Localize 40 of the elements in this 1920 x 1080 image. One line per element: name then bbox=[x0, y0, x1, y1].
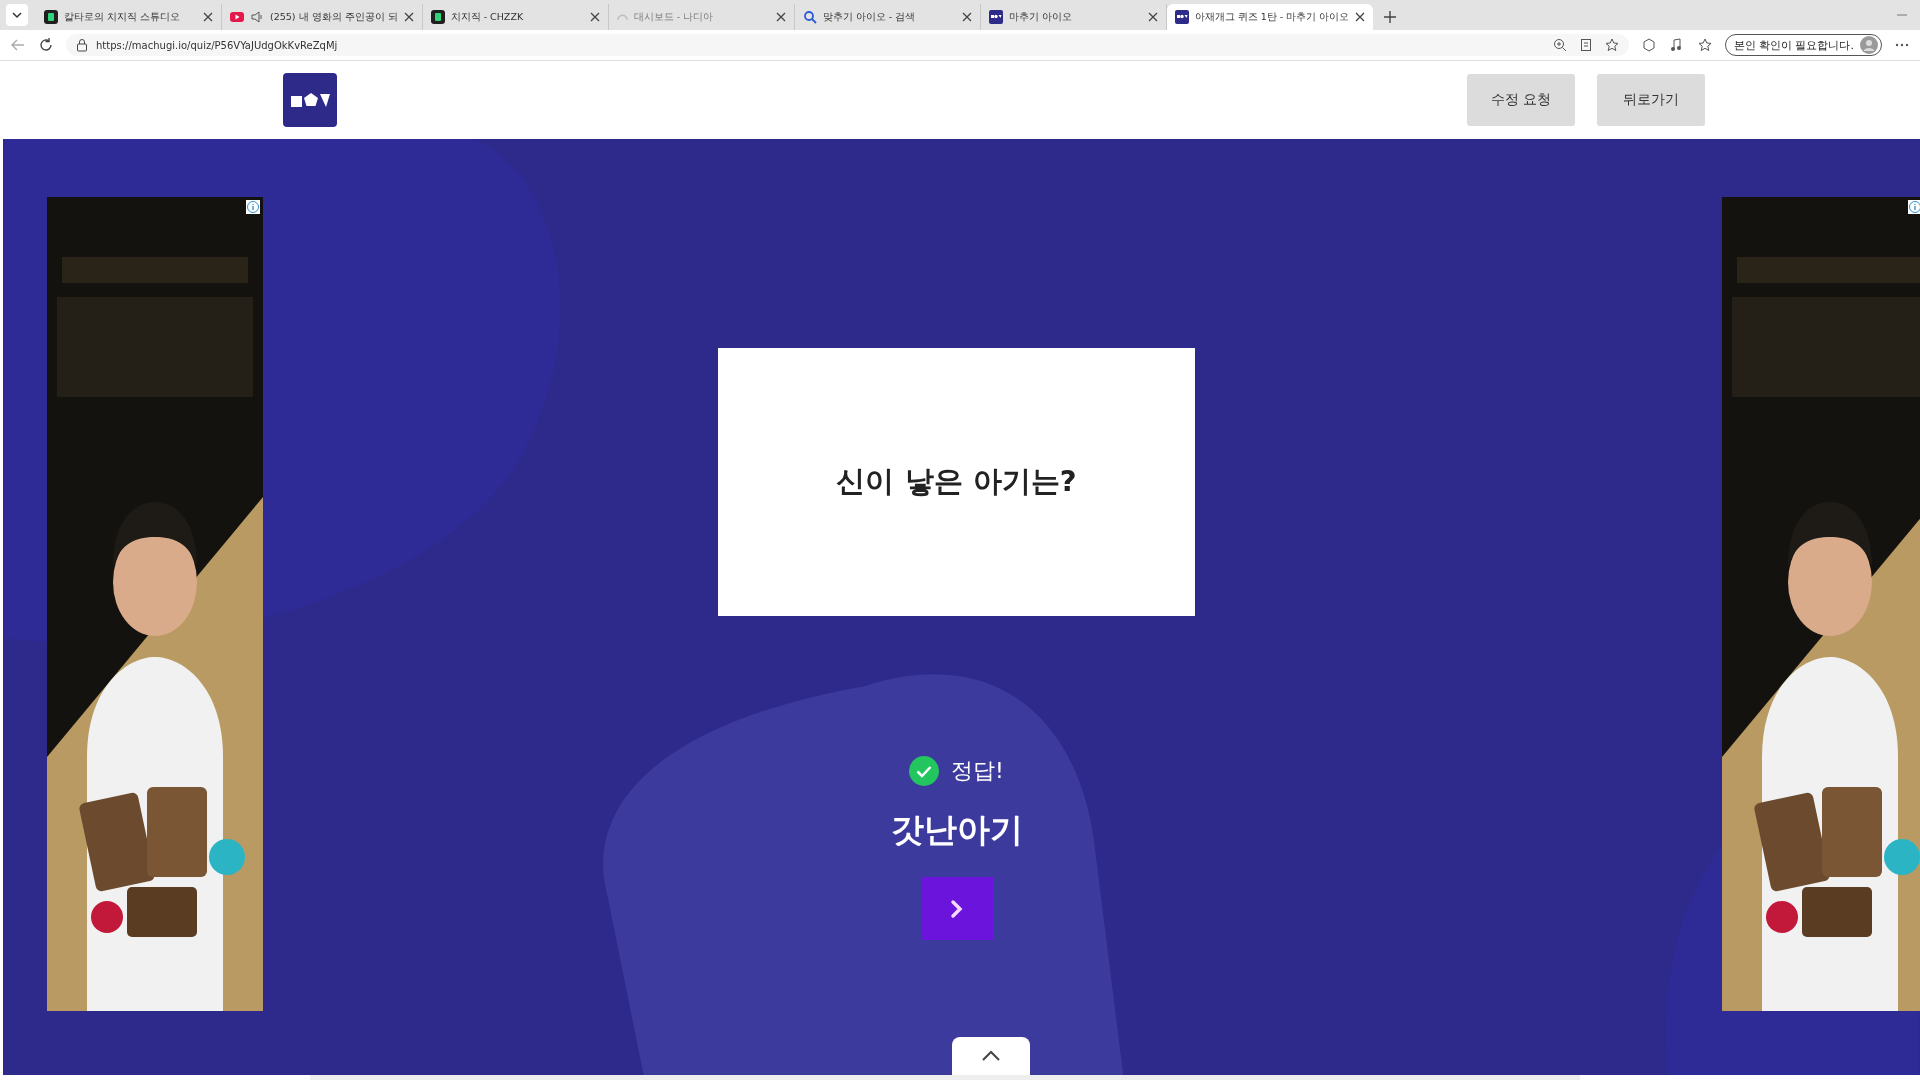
close-icon[interactable] bbox=[1147, 12, 1158, 22]
site-favicon-icon bbox=[988, 10, 1003, 24]
answer-text: 갓난아기 bbox=[890, 809, 1023, 851]
tab-list-icon[interactable] bbox=[6, 4, 28, 26]
logo-icon[interactable] bbox=[283, 73, 337, 127]
url-text: https://machugi.io/quiz/P56VYaJUdgOkKvReZqMj bbox=[96, 39, 338, 51]
avatar-icon bbox=[1860, 36, 1878, 54]
close-icon[interactable] bbox=[775, 12, 786, 22]
star-icon[interactable] bbox=[1604, 38, 1619, 52]
zoom-icon[interactable] bbox=[1552, 38, 1567, 52]
loading-icon bbox=[616, 14, 628, 20]
tab-favicon-icon bbox=[44, 10, 58, 24]
close-icon[interactable] bbox=[203, 12, 213, 22]
scroll-top-button[interactable] bbox=[952, 1037, 1030, 1075]
close-icon[interactable] bbox=[1355, 12, 1366, 22]
search-icon bbox=[802, 10, 817, 24]
info-icon[interactable] bbox=[246, 200, 260, 214]
reader-icon[interactable] bbox=[1578, 38, 1593, 52]
favorites-icon[interactable] bbox=[1696, 37, 1713, 53]
site-favicon-icon bbox=[1174, 10, 1189, 24]
header-button[interactable]: 수정 요청 bbox=[1467, 74, 1575, 126]
question-text: 신이 낳은 아기는? bbox=[836, 463, 1077, 500]
extension-icon[interactable] bbox=[1640, 37, 1657, 53]
lock-icon bbox=[76, 38, 88, 52]
tab-favicon-icon bbox=[430, 10, 445, 24]
chevron-right-icon bbox=[949, 898, 964, 919]
close-icon[interactable] bbox=[403, 12, 414, 22]
new-tab-icon[interactable] bbox=[1383, 10, 1398, 24]
speaker-icon[interactable] bbox=[250, 10, 264, 24]
result-label: 정답! bbox=[951, 757, 1004, 785]
header-button[interactable]: 뒤로가기 bbox=[1597, 74, 1705, 126]
address-field[interactable]: https://machugi.io/quiz/P56VYaJUdgOkKvReZqMj bbox=[66, 34, 1629, 56]
reload-icon[interactable] bbox=[38, 37, 54, 53]
scrollbar[interactable] bbox=[310, 1075, 1580, 1080]
close-icon[interactable] bbox=[961, 12, 972, 22]
chevron-up-icon bbox=[981, 1050, 1001, 1062]
close-icon[interactable] bbox=[589, 12, 600, 22]
video-favicon-icon bbox=[230, 10, 244, 24]
info-icon[interactable] bbox=[1908, 200, 1920, 214]
browser-tab[interactable]: 아재개그 퀴즈 1탄 - 마추기 아이오 bbox=[1166, 4, 1374, 30]
